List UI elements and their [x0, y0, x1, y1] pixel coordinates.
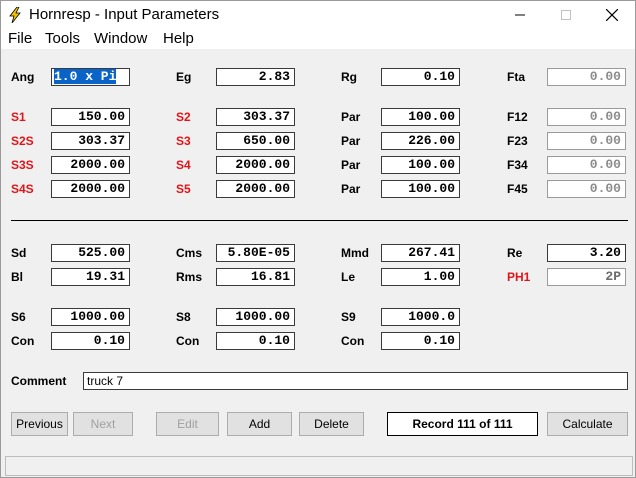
- comment-field[interactable]: truck 7: [83, 372, 628, 390]
- label-s6: S6: [11, 310, 26, 324]
- field-s4s[interactable]: 2000.00: [51, 180, 130, 198]
- field-par-1[interactable]: 100.00: [381, 108, 460, 126]
- label-con-3: Con: [341, 334, 365, 348]
- label-f23: F23: [507, 134, 528, 148]
- window-title: Hornresp - Input Parameters: [29, 6, 220, 23]
- field-s2[interactable]: 303.37: [216, 108, 295, 126]
- field-s2s[interactable]: 303.37: [51, 132, 130, 150]
- label-f45: F45: [507, 182, 528, 196]
- hornresp-window: Hornresp - Input Parameters File Tools W…: [0, 0, 636, 478]
- section-divider: [11, 220, 628, 221]
- minimize-button[interactable]: [497, 1, 543, 29]
- menu-tools[interactable]: Tools: [45, 30, 80, 47]
- field-s6[interactable]: 1000.00: [51, 308, 130, 326]
- field-s1[interactable]: 150.00: [51, 108, 130, 126]
- field-bl[interactable]: 19.31: [51, 268, 130, 286]
- label-par-4: Par: [341, 182, 361, 196]
- next-button: Next: [73, 412, 133, 436]
- label-par-1: Par: [341, 110, 361, 124]
- field-eg[interactable]: 2.83: [216, 68, 295, 86]
- field-f45: 0.00: [547, 180, 626, 198]
- field-mmd[interactable]: 267.41: [381, 244, 460, 262]
- label-s1: S1: [11, 110, 26, 124]
- field-s4[interactable]: 2000.00: [216, 156, 295, 174]
- label-con-1: Con: [11, 334, 35, 348]
- label-f12: F12: [507, 110, 528, 124]
- menu-file[interactable]: File: [8, 30, 32, 47]
- field-con-1[interactable]: 0.10: [51, 332, 130, 350]
- field-con-3[interactable]: 0.10: [381, 332, 460, 350]
- lightning-bolt-icon: [9, 7, 21, 23]
- minimize-icon: [515, 14, 525, 16]
- label-par-3: Par: [341, 158, 361, 172]
- field-rms[interactable]: 16.81: [216, 268, 295, 286]
- field-ang[interactable]: 1.0 x Pi: [51, 68, 130, 86]
- label-comment: Comment: [11, 374, 67, 388]
- edit-button: Edit: [156, 412, 219, 436]
- field-f34: 0.00: [547, 156, 626, 174]
- field-par-2[interactable]: 226.00: [381, 132, 460, 150]
- label-rms: Rms: [176, 270, 203, 284]
- record-indicator: Record 111 of 111: [387, 412, 538, 436]
- label-fta: Fta: [507, 70, 525, 84]
- field-s3[interactable]: 650.00: [216, 132, 295, 150]
- label-par-2: Par: [341, 134, 361, 148]
- previous-button[interactable]: Previous: [11, 412, 68, 436]
- label-f34: F34: [507, 158, 528, 172]
- field-ang-value: 1.0 x Pi: [54, 69, 117, 84]
- field-f12: 0.00: [547, 108, 626, 126]
- field-le[interactable]: 1.00: [381, 268, 460, 286]
- maximize-button: [543, 1, 589, 29]
- label-le: Le: [341, 270, 356, 284]
- label-s9: S9: [341, 310, 356, 324]
- field-s8[interactable]: 1000.00: [216, 308, 295, 326]
- label-bl: Bl: [11, 270, 23, 284]
- add-button[interactable]: Add: [227, 412, 292, 436]
- label-eg: Eg: [176, 70, 192, 84]
- field-s5[interactable]: 2000.00: [216, 180, 295, 198]
- label-s3s: S3S: [11, 158, 34, 172]
- calculate-button[interactable]: Calculate: [547, 412, 628, 436]
- field-rg[interactable]: 0.10: [381, 68, 460, 86]
- field-s9[interactable]: 1000.0: [381, 308, 460, 326]
- label-s8: S8: [176, 310, 191, 324]
- field-cms[interactable]: 5.80E-05: [216, 244, 295, 262]
- label-cms: Cms: [176, 246, 203, 260]
- label-sd: Sd: [11, 246, 27, 260]
- field-con-2[interactable]: 0.10: [216, 332, 295, 350]
- label-ph1: PH1: [507, 270, 531, 284]
- field-sd[interactable]: 525.00: [51, 244, 130, 262]
- label-ang: Ang: [11, 70, 35, 84]
- title-bar[interactable]: Hornresp - Input Parameters: [1, 1, 635, 29]
- label-re: Re: [507, 246, 523, 260]
- delete-button[interactable]: Delete: [299, 412, 364, 436]
- field-ph1[interactable]: 2P: [547, 268, 626, 286]
- label-rg: Rg: [341, 70, 357, 84]
- label-s4s: S4S: [11, 182, 34, 196]
- label-s2: S2: [176, 110, 191, 124]
- label-s5: S5: [176, 182, 191, 196]
- field-f23: 0.00: [547, 132, 626, 150]
- label-con-2: Con: [176, 334, 200, 348]
- menu-help[interactable]: Help: [163, 30, 194, 47]
- menu-bar: File Tools Window Help: [1, 29, 635, 49]
- field-s3s[interactable]: 2000.00: [51, 156, 130, 174]
- label-s4: S4: [176, 158, 191, 172]
- field-par-3[interactable]: 100.00: [381, 156, 460, 174]
- field-re[interactable]: 3.20: [547, 244, 626, 262]
- menu-window[interactable]: Window: [94, 30, 147, 47]
- maximize-icon: [561, 10, 571, 20]
- label-s3: S3: [176, 134, 191, 148]
- label-mmd: Mmd: [341, 246, 369, 260]
- status-bar: [5, 456, 633, 476]
- label-s2s: S2S: [11, 134, 34, 148]
- field-par-4[interactable]: 100.00: [381, 180, 460, 198]
- close-button[interactable]: [589, 1, 635, 29]
- field-fta: 0.00: [547, 68, 626, 86]
- close-icon: [606, 9, 618, 21]
